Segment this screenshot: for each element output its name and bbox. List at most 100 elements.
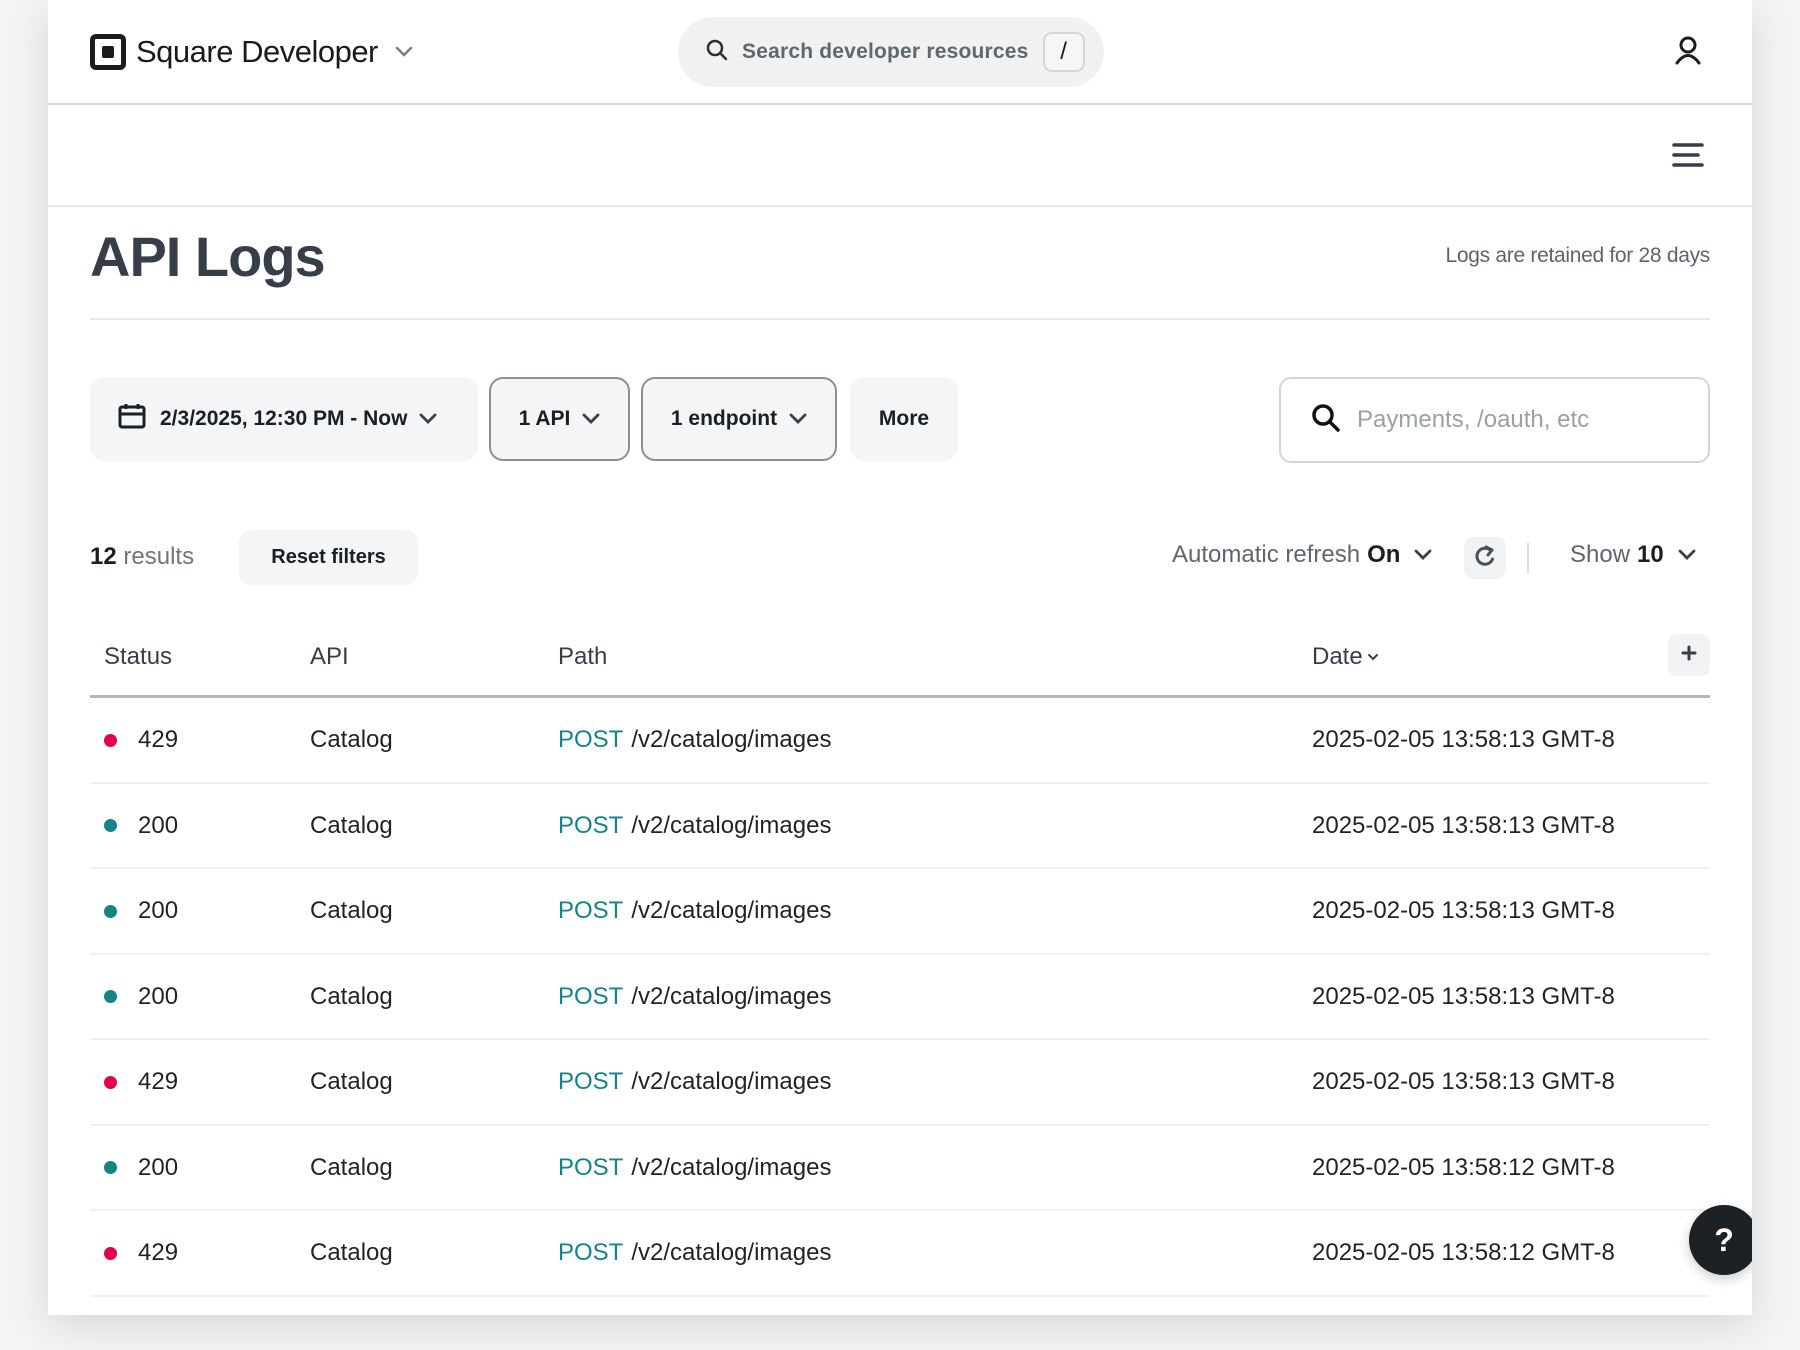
column-header-date[interactable]: Date — [1312, 643, 1379, 671]
brand-menu[interactable]: Square Developer — [90, 34, 414, 70]
http-method: POST — [558, 1068, 624, 1095]
status-dot-icon — [104, 1161, 117, 1174]
chevron-down-icon — [419, 413, 437, 425]
help-button[interactable]: ? — [1689, 1205, 1752, 1275]
refresh-button[interactable] — [1464, 537, 1506, 579]
search-label: Search developer resources — [742, 40, 1029, 63]
table-header: Status API Path Date — [90, 634, 1710, 698]
path-cell: POST/v2/catalog/images — [558, 1068, 831, 1096]
date-cell: 2025-02-05 13:58:13 GMT-8 — [1312, 811, 1615, 839]
status-code: 200 — [138, 982, 179, 1010]
search-icon — [706, 39, 728, 66]
path-search-box[interactable] — [1279, 377, 1710, 463]
date-cell: 2025-02-05 13:58:13 GMT-8 — [1312, 982, 1615, 1010]
status-cell: 429 — [104, 726, 178, 754]
status-dot-icon — [104, 733, 117, 747]
developer-resources-search[interactable]: Search developer resources / — [678, 17, 1104, 87]
chevron-down-icon — [1678, 549, 1696, 561]
column-header-path: Path — [558, 643, 608, 670]
brand-name: Square Developer — [136, 34, 378, 69]
table-body: 429 Catalog POST/v2/catalog/images 2025-02-… — [90, 698, 1710, 1297]
table-row[interactable]: 429 Catalog POST/v2/catalog/images 2025-02-… — [90, 1040, 1710, 1126]
column-header-api: API — [310, 643, 349, 670]
status-cell: 429 — [104, 1239, 178, 1267]
status-cell: 200 — [104, 812, 178, 840]
table-row[interactable]: 200 Catalog POST/v2/catalog/images 2025-02-… — [90, 784, 1710, 869]
date-cell: 2025-02-05 13:58:13 GMT-8 — [1312, 897, 1615, 924]
path-cell: POST/v2/catalog/images — [558, 812, 831, 840]
more-filters-label: More — [878, 407, 930, 430]
chevron-down-icon — [394, 42, 414, 62]
request-path: /v2/catalog/images — [631, 982, 832, 1010]
results-number: 12 — [90, 543, 117, 570]
secondary-bar — [48, 105, 1752, 207]
status-cell: 429 — [104, 1068, 178, 1096]
page-title: API Logs — [90, 225, 326, 288]
keyboard-shortcut-badge: / — [1042, 32, 1085, 72]
request-path: /v2/catalog/images — [631, 726, 832, 753]
table-row[interactable]: 200 Catalog POST/v2/catalog/images 2025-02-… — [90, 955, 1710, 1040]
path-cell: POST/v2/catalog/images — [558, 983, 831, 1011]
api-logs-table: Status API Path Date 429 Catalog POST/v2/c… — [90, 634, 1710, 1297]
status-cell: 200 — [104, 1154, 178, 1182]
endpoint-filter-label: 1 endpoint — [670, 407, 778, 430]
add-column-button[interactable] — [1668, 634, 1710, 676]
automatic-refresh-dropdown[interactable]: Automatic refresh On — [1172, 541, 1432, 569]
status-dot-icon — [104, 904, 117, 918]
chevron-down-icon — [1414, 549, 1432, 561]
api-cell: Catalog — [310, 1153, 393, 1181]
status-dot-icon — [104, 990, 117, 1003]
date-range-filter[interactable]: 2/3/2025, 12:30 PM - Now — [90, 377, 478, 461]
endpoint-filter[interactable]: 1 endpoint — [641, 377, 837, 461]
path-cell: POST/v2/catalog/images — [558, 1239, 831, 1267]
status-code: 200 — [138, 811, 179, 839]
table-row[interactable]: 429 Catalog POST/v2/catalog/images 2025-02-… — [90, 1211, 1710, 1297]
table-row[interactable]: 200 Catalog POST/v2/catalog/images 2025-02-… — [90, 1126, 1710, 1211]
request-path: /v2/catalog/images — [631, 1068, 832, 1095]
column-header-status: Status — [104, 643, 173, 670]
page-size-dropdown[interactable]: Show 10 — [1570, 541, 1696, 569]
request-path: /v2/catalog/images — [631, 897, 832, 924]
request-path: /v2/catalog/images — [631, 1153, 832, 1181]
status-cell: 200 — [104, 897, 178, 925]
path-cell: POST/v2/catalog/images — [558, 1154, 831, 1182]
api-cell: Catalog — [310, 1239, 393, 1266]
menu-button[interactable] — [1668, 137, 1708, 177]
chevron-down-icon — [582, 413, 600, 425]
api-filter[interactable]: 1 API — [489, 377, 630, 461]
table-row[interactable]: 429 Catalog POST/v2/catalog/images 2025-02-… — [90, 698, 1710, 784]
date-header-label: Date — [1312, 643, 1363, 670]
path-cell: POST/v2/catalog/images — [558, 897, 831, 925]
refresh-icon — [1473, 544, 1497, 573]
account-button[interactable] — [1668, 32, 1708, 72]
date-range-label: 2/3/2025, 12:30 PM - Now — [160, 407, 408, 430]
reset-filters-button[interactable]: Reset filters — [239, 530, 418, 585]
top-navigation-bar: Square Developer Search developer resour… — [48, 0, 1752, 105]
more-filters-button[interactable]: More — [850, 377, 958, 461]
user-icon — [1674, 35, 1702, 70]
http-method: POST — [558, 811, 624, 839]
api-cell: Catalog — [310, 1068, 393, 1095]
chevron-down-icon — [789, 413, 807, 425]
calendar-icon — [118, 403, 146, 435]
status-code: 200 — [138, 1153, 179, 1181]
search-icon — [1311, 403, 1341, 438]
status-code: 200 — [138, 897, 179, 924]
results-count: 12 results — [90, 543, 194, 571]
results-suffix: results — [123, 543, 195, 570]
hamburger-menu-icon — [1672, 142, 1704, 173]
auto-refresh-label: Automatic refresh — [1172, 541, 1361, 568]
retention-note: Logs are retained for 28 days — [1445, 244, 1711, 267]
status-dot-icon — [104, 1246, 117, 1260]
path-search-input[interactable] — [1357, 406, 1687, 434]
show-label: Show — [1570, 541, 1631, 568]
status-code: 429 — [138, 726, 179, 753]
path-cell: POST/v2/catalog/images — [558, 726, 831, 754]
status-code: 429 — [138, 1068, 179, 1095]
table-row[interactable]: 200 Catalog POST/v2/catalog/images 2025-02-… — [90, 869, 1710, 955]
api-cell: Catalog — [310, 982, 393, 1010]
square-logo-icon — [90, 34, 126, 70]
status-dot-icon — [104, 1075, 117, 1089]
http-method: POST — [558, 1153, 624, 1181]
show-value: 10 — [1637, 541, 1664, 568]
